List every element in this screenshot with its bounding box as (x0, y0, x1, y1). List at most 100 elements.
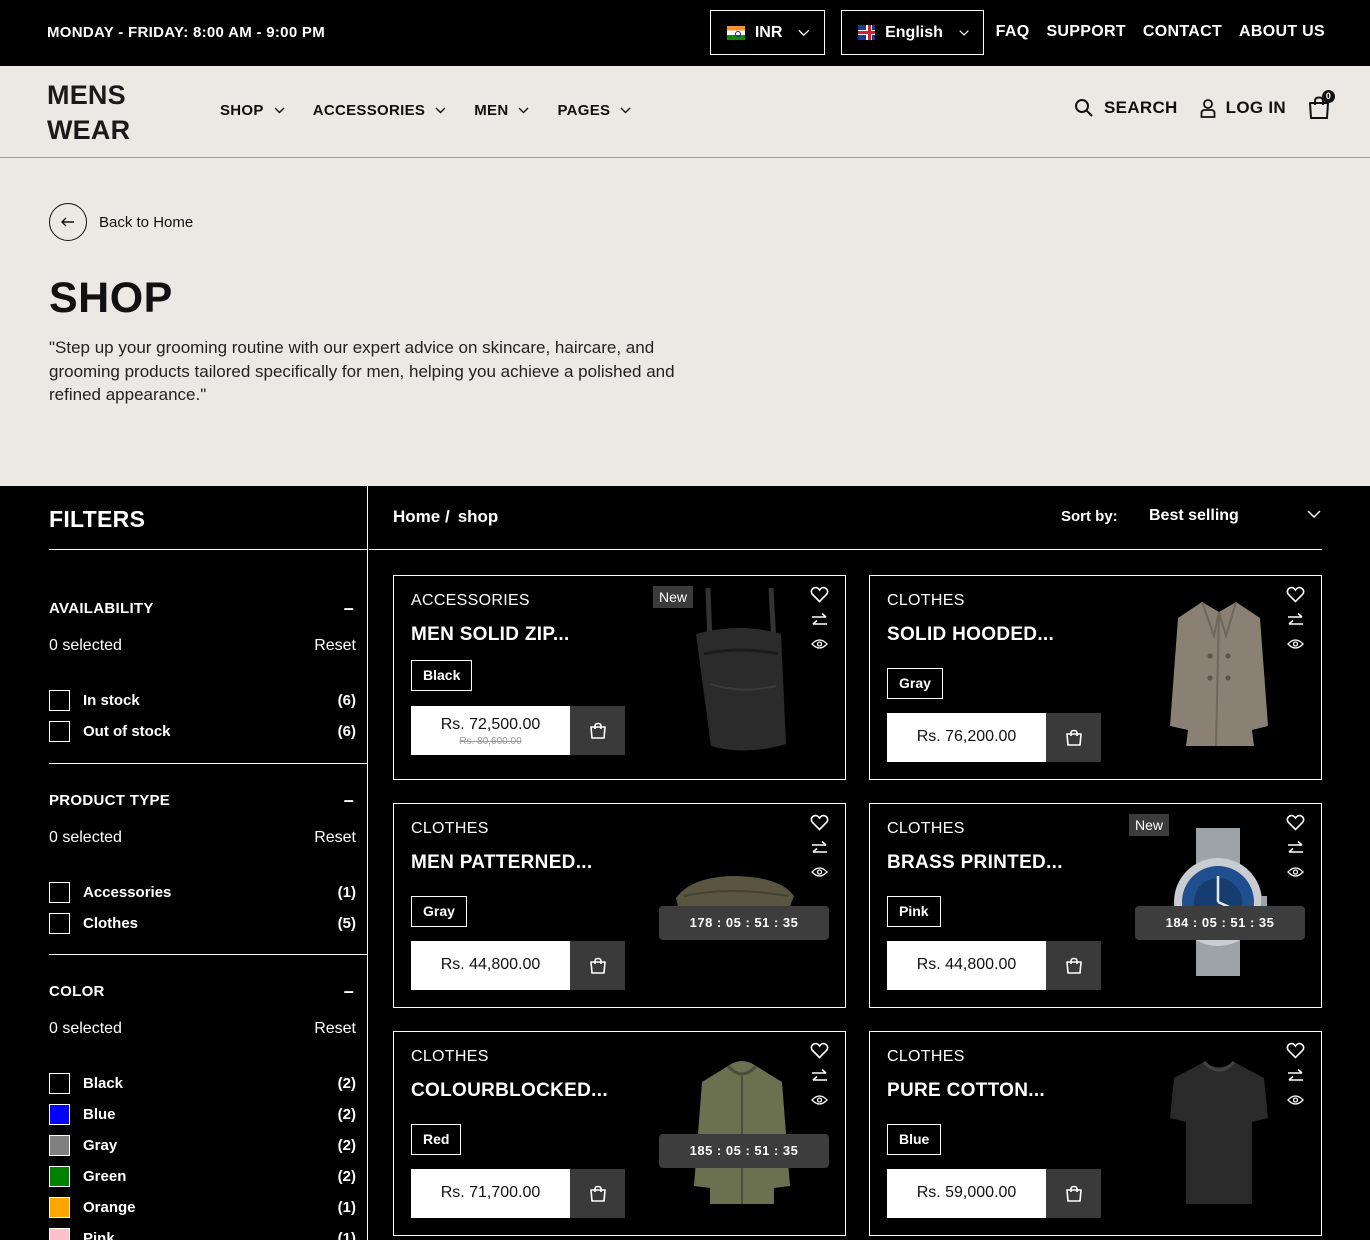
divider (49, 549, 368, 550)
filter-option-in-stock[interactable]: In stock (6) (49, 685, 368, 716)
product-price: Rs. 71,700.00 (411, 1169, 570, 1218)
language-selector[interactable]: English (841, 10, 984, 55)
filter-group-header[interactable]: PRODUCT TYPE – (49, 790, 368, 811)
filter-option-black[interactable]: Black (2) (49, 1068, 368, 1099)
color-swatch-checkbox[interactable] (49, 1073, 70, 1094)
breadcrumb-home[interactable]: Home / (393, 507, 450, 527)
back-label: Back to Home (99, 213, 194, 231)
product-name[interactable]: COLOURBLOCKED... (411, 1080, 608, 1102)
product-image-tshirt[interactable] (1166, 1056, 1272, 1213)
add-to-cart-button[interactable] (1046, 713, 1101, 762)
color-swatch-checkbox[interactable] (49, 1228, 70, 1240)
compare-icon[interactable] (1287, 612, 1304, 629)
color-swatch-checkbox[interactable] (49, 1166, 70, 1187)
reset-link[interactable]: Reset (314, 637, 356, 655)
product-image-coat[interactable] (1164, 596, 1274, 757)
breadcrumb: Home / shop (393, 507, 498, 527)
filter-option-orange[interactable]: Orange (1) (49, 1192, 368, 1223)
add-to-cart-button[interactable] (1046, 941, 1101, 990)
product-name[interactable]: MEN SOLID ZIP... (411, 624, 570, 646)
support-link[interactable]: SUPPORT (1046, 23, 1125, 41)
compare-icon[interactable] (1287, 1068, 1304, 1085)
currency-selector[interactable]: INR (710, 10, 825, 55)
product-card[interactable]: CLOTHES MEN PATTERNED... Gray Rs. 44,800… (393, 803, 846, 1008)
filter-option-green[interactable]: Green (2) (49, 1161, 368, 1192)
add-to-cart-button[interactable] (570, 1169, 625, 1218)
product-card[interactable]: CLOTHES PURE COTTON... Blue Rs. 59,000.0… (869, 1031, 1322, 1236)
eye-icon[interactable] (1287, 638, 1304, 650)
sort-select[interactable]: Best selling (1149, 507, 1239, 525)
add-to-cart-button[interactable] (570, 706, 625, 755)
filter-option-gray[interactable]: Gray (2) (49, 1130, 368, 1161)
nav-men[interactable]: MEN (474, 102, 529, 119)
product-image-bag[interactable] (686, 584, 796, 761)
nav-pages[interactable]: PAGES (557, 102, 631, 119)
reset-link[interactable]: Reset (314, 1020, 356, 1038)
shopping-bag-icon (589, 957, 606, 974)
cart-button[interactable]: 0 (1308, 90, 1335, 120)
heart-icon[interactable] (1286, 586, 1305, 603)
product-card[interactable]: CLOTHES SOLID HOODED... Gray Rs. 76,200.… (869, 575, 1322, 780)
faq-link[interactable]: FAQ (996, 23, 1030, 41)
collapse-minus-icon[interactable]: – (344, 981, 354, 1002)
site-logo[interactable]: MENS WEAR (47, 78, 130, 148)
collapse-minus-icon[interactable]: – (344, 790, 354, 811)
product-category: CLOTHES (887, 1048, 965, 1065)
collapse-minus-icon[interactable]: – (344, 598, 354, 619)
filter-option-blue[interactable]: Blue (2) (49, 1099, 368, 1130)
heart-icon[interactable] (810, 1042, 829, 1059)
checkbox[interactable] (49, 690, 70, 711)
contact-link[interactable]: CONTACT (1143, 23, 1222, 41)
eye-icon[interactable] (811, 866, 828, 878)
compare-icon[interactable] (811, 840, 828, 857)
color-swatch-checkbox[interactable] (49, 1104, 70, 1125)
product-card[interactable]: CLOTHES BRASS PRINTED... Pink Rs. 44,800… (869, 803, 1322, 1008)
about-us-link[interactable]: ABOUT US (1239, 23, 1325, 41)
price-current: Rs. 71,700.00 (440, 1184, 541, 1201)
eye-icon[interactable] (1287, 1094, 1304, 1106)
product-name[interactable]: MEN PATTERNED... (411, 852, 592, 874)
option-count: (1) (337, 1230, 356, 1240)
checkbox[interactable] (49, 721, 70, 742)
nav-accessories[interactable]: ACCESSORIES (313, 102, 447, 119)
search-button[interactable]: SEARCH (1074, 98, 1178, 118)
checkbox[interactable] (49, 882, 70, 903)
color-swatch-checkbox[interactable] (49, 1135, 70, 1156)
product-name[interactable]: SOLID HOODED... (887, 624, 1054, 646)
checkbox[interactable] (49, 913, 70, 934)
business-hours: MONDAY - FRIDAY: 8:00 AM - 9:00 PM (47, 24, 326, 41)
eye-icon[interactable] (1287, 866, 1304, 878)
reset-link[interactable]: Reset (314, 829, 356, 847)
product-image-watch[interactable] (1168, 826, 1268, 983)
back-to-home-link[interactable]: Back to Home (49, 203, 193, 241)
filter-option-accessories[interactable]: Accessories (1) (49, 877, 368, 908)
compare-icon[interactable] (811, 612, 828, 629)
filter-group-header[interactable]: COLOR – (49, 981, 368, 1002)
product-card[interactable]: CLOTHES COLOURBLOCKED... Red Rs. 71,700.… (393, 1031, 846, 1236)
arrow-left-icon (49, 203, 87, 241)
nav-shop[interactable]: SHOP (220, 102, 285, 119)
product-name[interactable]: PURE COTTON... (887, 1080, 1045, 1102)
product-actions (1286, 814, 1305, 878)
filter-option-out-of-stock[interactable]: Out of stock (6) (49, 716, 368, 747)
chevron-down-icon[interactable] (1307, 510, 1321, 518)
product-name[interactable]: BRASS PRINTED... (887, 852, 1063, 874)
site-header: MENS WEAR SHOP ACCESSORIES MEN PAGES SEA… (0, 66, 1370, 158)
filter-group-header[interactable]: AVAILABILITY – (49, 598, 368, 619)
filter-option-pink[interactable]: Pink (1) (49, 1223, 368, 1240)
heart-icon[interactable] (1286, 814, 1305, 831)
heart-icon[interactable] (1286, 1042, 1305, 1059)
heart-icon[interactable] (810, 814, 829, 831)
eye-icon[interactable] (811, 1094, 828, 1106)
compare-icon[interactable] (811, 1068, 828, 1085)
login-button[interactable]: LOG IN (1200, 98, 1286, 118)
add-to-cart-button[interactable] (570, 941, 625, 990)
compare-icon[interactable] (1287, 840, 1304, 857)
filter-option-clothes[interactable]: Clothes (5) (49, 908, 368, 939)
color-swatch-checkbox[interactable] (49, 1197, 70, 1218)
product-card[interactable]: ACCESSORIES MEN SOLID ZIP... Black Rs. 7… (393, 575, 846, 780)
add-to-cart-button[interactable] (1046, 1169, 1101, 1218)
new-badge: New (653, 586, 694, 608)
heart-icon[interactable] (810, 586, 829, 603)
eye-icon[interactable] (811, 638, 828, 650)
